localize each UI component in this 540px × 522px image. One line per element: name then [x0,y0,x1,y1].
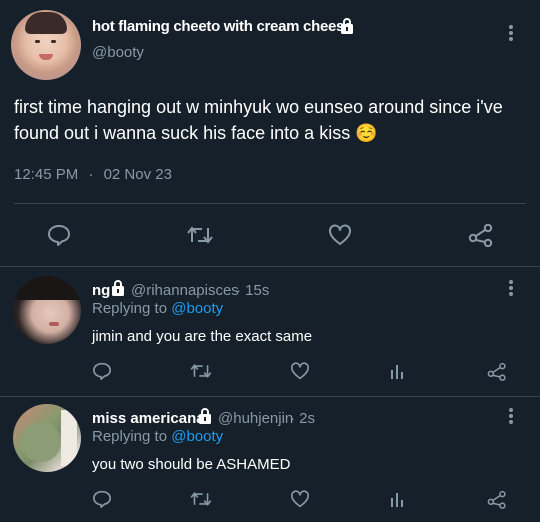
main-time-separator: · [88,166,94,183]
reply-2-text: you two should be ASHAMED [92,456,291,473]
reply-2-age: · 2s [290,410,316,427]
replying-to-label: Replying to [92,300,168,317]
analytics-icon[interactable] [389,362,407,380]
like-icon[interactable] [290,362,310,380]
reply-1-text: jimin and you are the exact same [92,328,313,345]
reply-1-display-name[interactable]: ng [92,282,110,299]
main-display-name[interactable]: hot flaming cheeto with cream cheese [92,18,352,35]
lock-icon [198,408,212,424]
reply-icon[interactable] [92,362,112,380]
reply-2-replying-to: Replying to @booty [92,428,223,445]
main-timestamp[interactable]: 12:45 PM · 02 Nov 23 [14,166,172,183]
reply-1-handle[interactable]: @rihannapisces [131,282,239,299]
reply-1-divider [0,396,540,397]
reply-icon[interactable] [92,490,112,508]
retweet-icon[interactable] [190,362,212,380]
like-icon[interactable] [328,224,352,246]
main-divider [14,203,526,204]
replying-to-label: Replying to [92,428,168,445]
like-icon[interactable] [290,490,310,508]
share-icon[interactable] [487,490,507,509]
more-options-icon[interactable] [508,407,514,425]
reply-2-avatar[interactable] [13,404,81,472]
main-tweet-text: first time hanging out w minhyuk wo euns… [14,97,503,143]
more-options-icon[interactable] [508,24,514,42]
main-handle[interactable]: @booty [92,44,144,61]
main-time: 12:45 PM [14,166,79,183]
lock-icon [340,18,354,34]
retweet-icon[interactable] [187,224,213,246]
replying-to-handle[interactable]: @booty [171,300,223,317]
lock-icon [111,280,125,296]
reply-1-avatar[interactable] [13,276,81,344]
more-options-icon[interactable] [508,279,514,297]
main-date: 02 Nov 23 [103,166,172,183]
main-bottom-divider [0,266,540,267]
share-icon[interactable] [468,223,494,247]
main-avatar[interactable] [11,10,81,80]
analytics-icon[interactable] [389,490,407,508]
reply-1-age: · 15s [236,282,270,299]
reply-icon[interactable] [47,224,71,246]
replying-to-handle[interactable]: @booty [171,428,223,445]
reply-2-display-name[interactable]: miss americana [92,410,205,427]
retweet-icon[interactable] [190,490,212,508]
reply-2-handle[interactable]: @huhjenjin [218,410,293,427]
reply-1-replying-to: Replying to @booty [92,300,223,317]
share-icon[interactable] [487,362,507,381]
